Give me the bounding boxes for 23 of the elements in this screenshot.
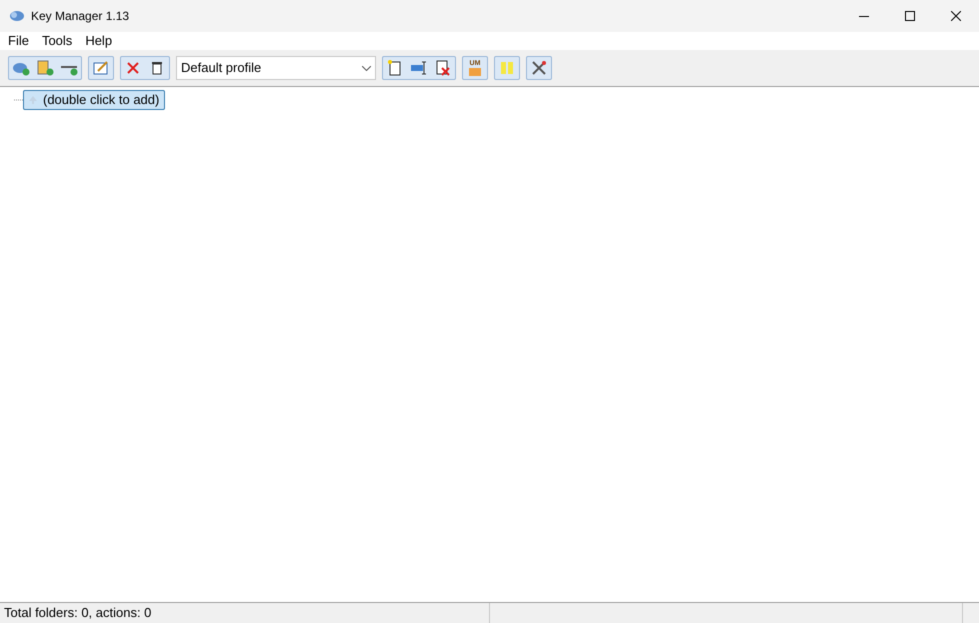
edit-icon	[92, 60, 110, 76]
window-title: Key Manager 1.13	[31, 8, 130, 25]
close-icon	[951, 11, 961, 21]
trash-icon	[151, 61, 163, 75]
tools-icon	[531, 60, 547, 76]
status-text: Total folders: 0, actions: 0	[0, 603, 490, 623]
columns-icon	[500, 61, 514, 75]
delete-icon	[126, 61, 140, 75]
menu-item[interactable]: Help	[85, 31, 112, 51]
profile-dropdown[interactable]: Default profile	[176, 56, 376, 80]
app-icon	[9, 10, 25, 22]
menu-item[interactable]: Tools	[42, 31, 72, 51]
add-folder-icon	[12, 60, 30, 76]
maximize-icon	[905, 11, 915, 21]
new-profile-icon	[388, 60, 402, 76]
box-icon	[468, 66, 482, 76]
rename-icon	[410, 61, 428, 75]
add-item-icon	[36, 60, 54, 76]
tree-line	[14, 99, 23, 101]
delete-profile-icon	[436, 60, 450, 76]
menu-item[interactable]: File	[8, 31, 29, 51]
chevron-down-icon	[362, 66, 371, 70]
tree-item[interactable]: (double click to add)	[23, 90, 166, 110]
